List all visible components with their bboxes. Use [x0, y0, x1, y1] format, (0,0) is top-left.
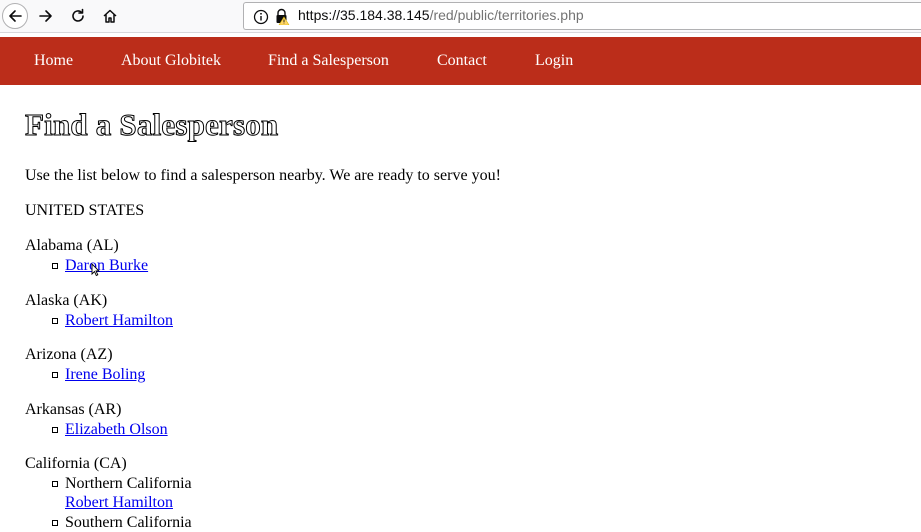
home-button[interactable]	[97, 3, 123, 29]
mouse-cursor-icon	[91, 263, 101, 277]
salesperson-item: Irene Boling	[25, 365, 145, 384]
state-arkansas: Arkansas (AR) Elizabeth Olson	[25, 400, 168, 439]
nav-find-salesperson[interactable]: Find a Salesperson	[268, 52, 389, 70]
nav-contact[interactable]: Contact	[437, 52, 487, 70]
list-bullet	[52, 481, 58, 487]
reload-icon	[72, 8, 84, 22]
salesperson-link[interactable]: Robert Hamilton	[65, 312, 173, 329]
state-name: Alabama (AL)	[25, 237, 119, 254]
salesperson-link[interactable]: Robert Hamilton	[65, 494, 173, 511]
salesperson-item: Elizabeth Olson	[25, 420, 168, 439]
nav-login[interactable]: Login	[535, 52, 573, 70]
state-california: California (CA) Northern California Robe…	[25, 454, 192, 532]
country-heading: UNITED STATES	[25, 202, 145, 219]
region-name: Southern California	[65, 514, 192, 531]
page-title: Find a Salesperson	[24, 107, 279, 143]
list-bullet	[52, 263, 58, 269]
salesperson-item: Robert Hamilton	[25, 311, 173, 330]
region-item: Southern California	[25, 513, 192, 532]
browser-toolbar: https://35.184.38.145/red/public/territo…	[0, 0, 921, 33]
list-bullet	[52, 318, 58, 324]
state-name: Arizona (AZ)	[25, 346, 113, 363]
url-bar[interactable]: https://35.184.38.145/red/public/territo…	[243, 2, 921, 30]
state-name: Alaska (AK)	[25, 292, 108, 309]
state-arizona: Arizona (AZ) Irene Boling	[25, 345, 145, 384]
list-bullet	[52, 372, 58, 378]
state-name: California (CA)	[25, 455, 127, 472]
info-icon[interactable]	[253, 9, 269, 25]
state-name: Arkansas (AR)	[25, 401, 122, 418]
salesperson-link[interactable]: Elizabeth Olson	[65, 421, 168, 438]
forward-button[interactable]	[33, 3, 59, 29]
url-host: https://35.184.38.145	[298, 7, 430, 23]
state-alaska: Alaska (AK) Robert Hamilton	[25, 291, 173, 330]
salesperson-item: Robert Hamilton	[25, 493, 192, 513]
reload-button[interactable]	[65, 3, 91, 29]
intro-text: Use the list below to find a salesperson…	[25, 167, 501, 184]
region-name: Northern California	[65, 475, 192, 492]
insecure-lock-icon[interactable]	[274, 8, 290, 25]
back-arrow-icon	[9, 10, 22, 22]
state-alabama: Alabama (AL) Daron Burke	[25, 236, 148, 275]
salesperson-item: Daron Burke	[25, 256, 148, 275]
back-button[interactable]	[2, 3, 28, 29]
salesperson-link[interactable]: Irene Boling	[65, 366, 145, 383]
forward-arrow-icon	[39, 10, 52, 22]
list-bullet	[52, 427, 58, 433]
list-bullet	[52, 520, 58, 526]
url-path: /red/public/territories.php	[429, 7, 584, 23]
salesperson-link[interactable]: Daron Burke	[65, 257, 148, 274]
home-icon	[103, 9, 117, 23]
site-nav: Home About Globitek Find a Salesperson C…	[0, 37, 921, 85]
nav-about[interactable]: About Globitek	[121, 52, 221, 70]
region-item: Northern California	[25, 474, 192, 493]
nav-home[interactable]: Home	[34, 52, 73, 70]
url-text: https://35.184.38.145/red/public/territo…	[298, 7, 584, 23]
